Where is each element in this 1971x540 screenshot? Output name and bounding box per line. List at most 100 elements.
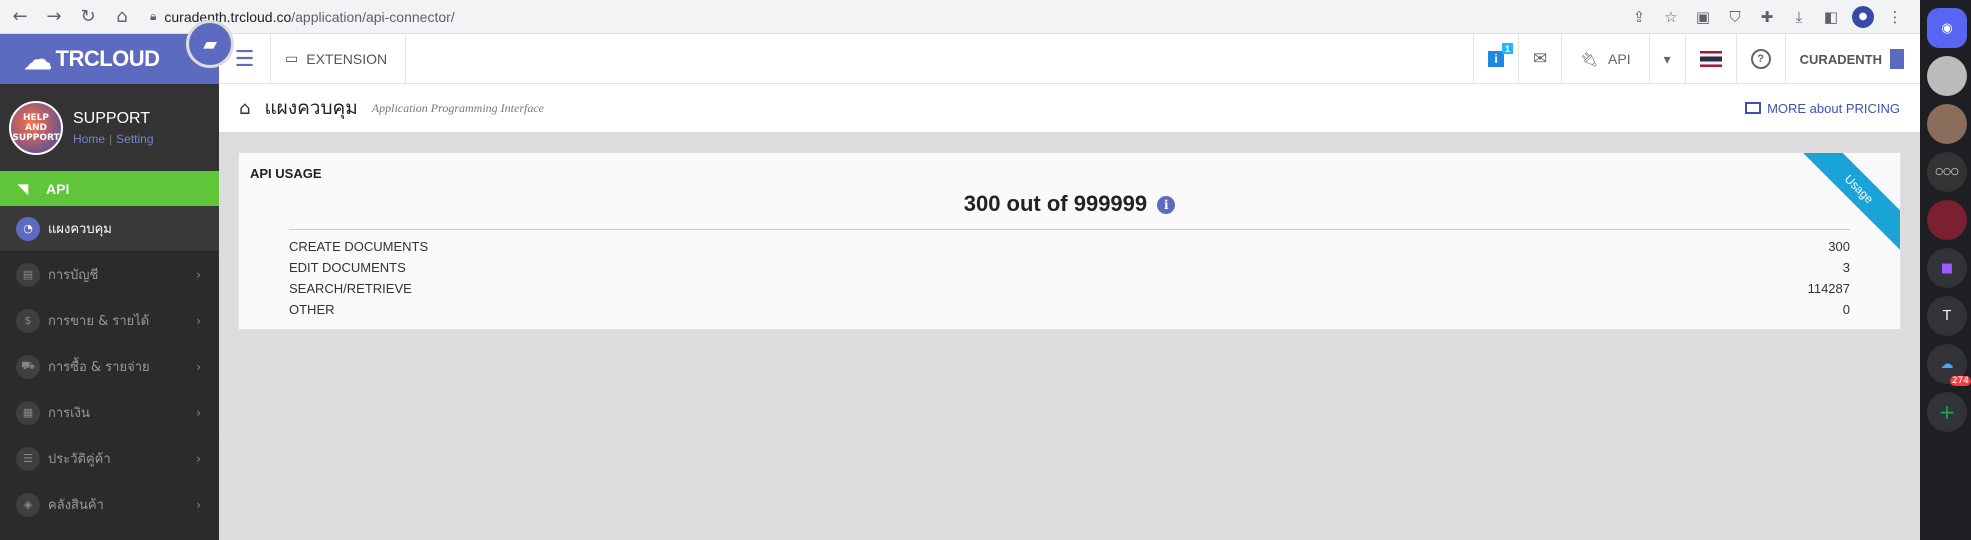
sidebar-item-label: แผงควบคุม: [48, 222, 112, 237]
api-usage-panel: Usage API USAGE 300 out of 999999 i CREA…: [238, 152, 1901, 330]
sidepanel-icon[interactable]: ◧: [1820, 6, 1842, 28]
api-header-label: API: [1608, 51, 1631, 67]
share-icon[interactable]: ⇪: [1628, 6, 1650, 28]
sidebar-api-label: API: [46, 180, 70, 197]
book-icon: ▰: [203, 33, 217, 55]
info-circle-icon[interactable]: i: [1157, 196, 1176, 214]
chevron-right-icon: ›: [196, 267, 201, 282]
company-button[interactable]: CURADENTH: [1784, 34, 1920, 84]
sidebar-item-api[interactable]: ◥ API: [0, 171, 219, 206]
server-icon-3[interactable]: ○○○: [1927, 152, 1967, 192]
page-subtitle: Application Programming Interface: [371, 100, 544, 115]
profile-panel: HELP AND SUPPORT SUPPORT Home | Setting: [0, 84, 219, 171]
thai-flag-icon: [1699, 51, 1722, 67]
chevron-right-icon: ›: [196, 313, 201, 328]
api-button[interactable]: 🔌︎ API: [1561, 34, 1648, 84]
sidebar-item-partners[interactable]: ☰ ประวัติคู่ค้า ›: [0, 436, 219, 482]
server-icon-4[interactable]: [1927, 200, 1967, 240]
sidebar-item-sales[interactable]: $ การขาย & รายได้ ›: [0, 298, 219, 344]
app-header: ☁ TRCLOUD ☰ ▭ EXTENSION i1 ✉ 🔌︎ API ▾ ? …: [0, 34, 1920, 84]
download-icon[interactable]: ⤓: [1788, 6, 1810, 28]
chevron-right-icon: ›: [196, 451, 201, 466]
add-server-icon[interactable]: +: [1927, 392, 1967, 432]
back-icon[interactable]: ←: [6, 3, 34, 31]
sidebar-item-label: คลังสินค้า: [48, 498, 104, 513]
discord-mention-badge: 274: [1949, 376, 1971, 386]
url-path: /application/api-connector/: [291, 8, 455, 25]
discord-server-strip: ◉ ○○○ ■ T ☁ 274 +: [1920, 0, 1971, 540]
usage-row: SEARCH/RETRIEVE 114287: [289, 278, 1850, 299]
folder-icon[interactable]: ■: [1927, 248, 1967, 288]
avatar[interactable]: HELP AND SUPPORT: [9, 100, 63, 155]
book-button[interactable]: ▰: [186, 20, 234, 68]
profile-setting-link[interactable]: Setting: [116, 132, 153, 146]
home-icon[interactable]: ⌂: [239, 98, 250, 119]
server-icon-t[interactable]: T: [1927, 296, 1967, 336]
usage-row-label: CREATE DOCUMENTS: [289, 239, 429, 254]
reload-icon[interactable]: ↻: [74, 3, 102, 31]
chevron-right-icon: ›: [196, 497, 201, 512]
cart-icon: ⛟: [16, 354, 40, 379]
usage-row-label: OTHER: [289, 302, 335, 317]
shield-extension-icon[interactable]: ⛉: [1724, 6, 1746, 28]
server-icon-cloud[interactable]: ☁ 274: [1927, 344, 1971, 386]
url-host: curadenth.trcloud.co: [164, 8, 292, 25]
discord-home-icon[interactable]: ◉: [1927, 8, 1967, 48]
extension-label: EXTENSION: [306, 50, 388, 67]
usage-summary-text: 300 out of 999999: [963, 191, 1148, 216]
help-button[interactable]: ?: [1735, 34, 1785, 84]
plug-icon: 🔌︎: [1580, 50, 1599, 67]
credit-card-icon: [1745, 102, 1762, 114]
dropdown-button[interactable]: ▾: [1648, 34, 1685, 84]
sidebar-item-accounting[interactable]: ▤ การบัญชี ›: [0, 252, 219, 298]
dashboard-icon: ◔: [16, 216, 40, 241]
usage-row-value: 300: [1828, 239, 1850, 254]
extension-button[interactable]: ▭ EXTENSION: [271, 34, 407, 83]
sidebar-item-finance[interactable]: ▦ การเงิน ›: [0, 390, 219, 436]
pricing-link[interactable]: MORE about PRICING: [1745, 101, 1900, 116]
question-circle-icon: ?: [1750, 49, 1771, 69]
contacts-icon: ☰: [16, 446, 40, 471]
envelope-icon: ✉: [1533, 49, 1548, 68]
home-browser-icon[interactable]: ⌂: [108, 3, 136, 31]
browser-toolbar: ← → ↻ ⌂ 🔒︎ curadenth.trcloud.co/applicat…: [0, 0, 1920, 34]
dollar-icon: $: [16, 308, 40, 333]
mail-button[interactable]: ✉: [1518, 34, 1561, 84]
usage-row: OTHER 0: [289, 299, 1850, 320]
sidebar-item-label: การขาย & รายได้: [48, 314, 150, 329]
lock-icon: 🔒︎: [150, 9, 157, 23]
page-header: ⌂ แผงควบคุม Application Programming Inte…: [219, 84, 1920, 132]
extension-icon-1[interactable]: ▣: [1692, 6, 1714, 28]
browser-menu-icon[interactable]: ⋮: [1884, 6, 1906, 28]
bookmark-star-icon[interactable]: ☆: [1660, 6, 1682, 28]
info-count-badge: 1: [1502, 43, 1514, 54]
sidebar-item-inventory[interactable]: ◈ คลังสินค้า ›: [0, 482, 219, 528]
language-button[interactable]: [1684, 34, 1736, 84]
usage-row-label: EDIT DOCUMENTS: [289, 260, 406, 275]
sidebar-item-label: การบัญชี: [48, 268, 99, 283]
usage-row: EDIT DOCUMENTS 3: [289, 257, 1850, 278]
sidebar-item-dashboard[interactable]: ◔ แผงควบคุม: [0, 206, 219, 252]
calendar-icon: ▦: [16, 400, 40, 425]
forward-icon[interactable]: →: [40, 3, 68, 31]
chevron-right-icon: ›: [196, 359, 201, 374]
profile-name: SUPPORT: [73, 109, 151, 127]
usage-row: CREATE DOCUMENTS 300: [289, 236, 1850, 257]
sidebar-item-purchases[interactable]: ⛟ การซื้อ & รายจ่าย ›: [0, 344, 219, 390]
puzzle-extensions-icon[interactable]: ✚: [1756, 6, 1778, 28]
server-icon-2[interactable]: [1927, 104, 1967, 144]
sidebar-item-label: ประวัติคู่ค้า: [48, 452, 111, 467]
server-icon-1[interactable]: [1927, 56, 1967, 96]
profile-home-link[interactable]: Home: [73, 132, 105, 146]
profile-avatar-icon[interactable]: ●: [1852, 5, 1874, 28]
panel-title: API USAGE: [250, 166, 322, 181]
building-icon: [1890, 49, 1904, 69]
divider: [289, 229, 1850, 230]
rss-icon: ◥: [18, 180, 28, 196]
address-bar[interactable]: 🔒︎ curadenth.trcloud.co/application/api-…: [150, 9, 455, 25]
info-notification-button[interactable]: i1: [1473, 34, 1518, 84]
usage-row-value: 3: [1842, 260, 1850, 275]
sidebar-item-label: การซื้อ & รายจ่าย: [48, 360, 150, 375]
brand-name: TRCLOUD: [55, 46, 161, 71]
usage-row-value: 0: [1842, 302, 1850, 317]
